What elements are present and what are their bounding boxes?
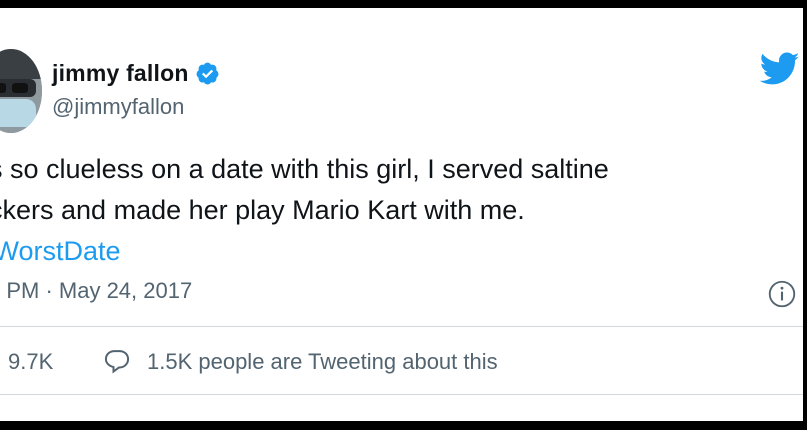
tweet-text-line-1: as so clueless on a date with this girl,… [0,154,609,184]
verified-badge-icon [196,62,219,85]
author-row: jimmy fallon [52,60,220,87]
tweet-text: as so clueless on a date with this girl,… [0,149,794,272]
author-handle[interactable]: @jimmyfallon [52,94,184,120]
tweet-text-line-2: ackers and made her play Mario Kart with… [0,195,525,225]
tweet-card: jimmy fallon @jimmyfallon as so clueless… [0,8,803,421]
info-icon[interactable] [768,280,796,308]
divider [0,326,803,327]
likes-count[interactable]: 9.7K [8,349,53,375]
avatar[interactable] [0,49,42,133]
reply-bubble-icon[interactable] [103,347,131,375]
author-name[interactable]: jimmy fallon [52,60,189,87]
twitter-bird-icon[interactable] [760,52,800,86]
tweeting-about-this-link[interactable]: 1.5K people are Tweeting about this [147,349,498,375]
hashtag-link[interactable]: lyWorstDate [0,231,794,272]
divider-bottom [0,394,803,395]
tweet-timestamp[interactable]: 9 PM · May 24, 2017 [0,278,192,304]
